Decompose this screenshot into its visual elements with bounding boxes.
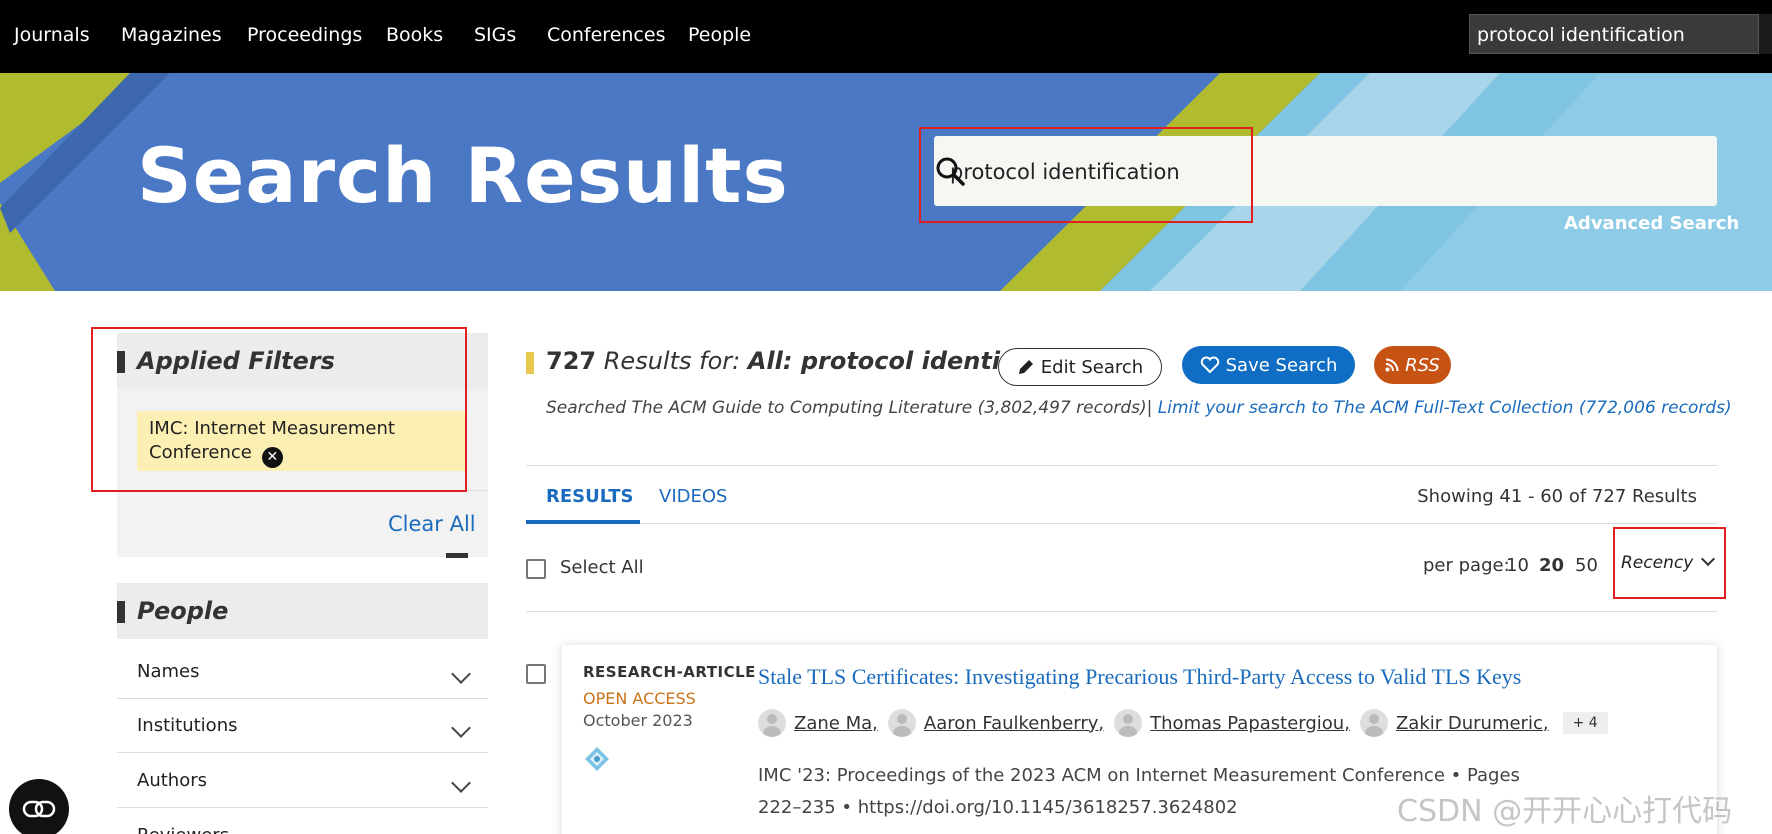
nav-journals[interactable]: Journals xyxy=(14,24,90,46)
more-authors-button[interactable]: + 4 xyxy=(1562,712,1608,734)
tab-videos[interactable]: VIDEOS xyxy=(659,486,727,507)
author-name: Zakir Durumeric xyxy=(1395,712,1543,734)
top-navigation: Journals Magazines Proceedings Books SIG… xyxy=(0,0,1772,73)
remove-filter-icon[interactable]: ✕ xyxy=(261,446,283,468)
per-page-20[interactable]: 20 xyxy=(1539,555,1564,576)
chevron-down-icon xyxy=(451,773,471,793)
facet-authors-label: Authors xyxy=(137,770,207,791)
author-name: Aaron Faulkenberry xyxy=(923,712,1099,734)
rss-label: RSS xyxy=(1405,354,1440,376)
chevron-down-icon xyxy=(451,718,471,738)
nav-people[interactable]: People xyxy=(688,24,751,46)
clear-all-link[interactable]: Clear All xyxy=(388,512,476,536)
link-icon xyxy=(22,800,56,818)
author-link[interactable]: Thomas Papastergiou, xyxy=(1114,709,1350,737)
result-checkbox[interactable] xyxy=(526,664,546,684)
avatar xyxy=(1114,709,1143,737)
result-date: October 2023 xyxy=(583,711,693,730)
main-search-field[interactable]: protocol identification xyxy=(934,136,1717,206)
per-page-label: per page: xyxy=(1423,555,1510,576)
floating-action-button[interactable] xyxy=(9,779,69,834)
results-marker xyxy=(526,352,534,374)
edit-search-label: Edit Search xyxy=(1040,356,1144,378)
applied-filters-title: Applied Filters xyxy=(137,347,335,375)
results-divider xyxy=(526,611,1717,612)
filters-divider xyxy=(117,490,488,491)
main-search-input[interactable]: protocol identification xyxy=(950,160,1180,184)
clear-all-underline xyxy=(446,553,468,558)
save-search-button[interactable]: Save Search xyxy=(1182,346,1355,384)
separator: | xyxy=(1146,398,1153,418)
author-name: Thomas Papastergiou xyxy=(1150,712,1345,734)
open-access-badge: OPEN ACCESS xyxy=(583,689,696,708)
avatar xyxy=(758,709,786,737)
facet-names-label: Names xyxy=(137,661,200,682)
section-marker xyxy=(117,351,125,373)
facet-authors[interactable]: Authors xyxy=(117,754,488,808)
active-tab-indicator xyxy=(526,520,640,524)
author-list: Zane Ma, Aaron Faulkenberry, Thomas Papa… xyxy=(758,708,1608,738)
nav-proceedings[interactable]: Proceedings xyxy=(247,24,362,46)
quick-search-edge xyxy=(1759,14,1772,54)
avatar xyxy=(887,709,916,737)
facet-reviewers[interactable]: Reviewers xyxy=(117,809,488,834)
search-banner: Search Results protocol identification A… xyxy=(0,73,1772,291)
author-link[interactable]: Zakir Durumeric, xyxy=(1359,709,1549,737)
save-search-label: Save Search xyxy=(1225,354,1338,376)
heart-icon xyxy=(1200,356,1219,374)
limit-search-link[interactable]: Limit your search to The ACM Full-Text C… xyxy=(1158,398,1732,418)
edit-search-button[interactable]: Edit Search xyxy=(998,348,1162,386)
search-icon[interactable] xyxy=(934,155,966,187)
acm-badge-icon xyxy=(585,747,609,771)
quick-search-input[interactable]: protocol identification xyxy=(1469,14,1759,54)
people-title: People xyxy=(137,597,229,625)
results-count: 727 xyxy=(546,347,597,375)
per-page-10[interactable]: 10 xyxy=(1506,555,1529,576)
pencil-icon xyxy=(1018,360,1033,374)
result-type: RESEARCH-ARTICLE xyxy=(583,663,756,681)
facet-reviewers-label: Reviewers xyxy=(137,825,229,834)
nav-books[interactable]: Books xyxy=(386,24,443,46)
facet-names[interactable]: Names xyxy=(117,645,488,699)
chevron-down-icon xyxy=(1701,551,1716,567)
sort-label: Recency xyxy=(1621,553,1694,573)
searched-text: Searched The ACM Guide to Computing Lite… xyxy=(546,398,1147,418)
author-link[interactable]: Aaron Faulkenberry, xyxy=(887,709,1104,737)
facet-institutions-label: Institutions xyxy=(137,715,238,736)
tab-results[interactable]: RESULTS xyxy=(546,486,633,507)
sort-dropdown[interactable]: Recency xyxy=(1621,551,1716,573)
advanced-search-link[interactable]: Advanced Search xyxy=(1564,213,1739,234)
filter-chip-imc: IMC: Internet Measurement Conference ✕ xyxy=(137,411,465,471)
nav-sigs[interactable]: SIGs xyxy=(474,24,516,46)
select-all-label: Select All xyxy=(560,557,644,578)
applied-filters-header: Applied Filters xyxy=(117,333,488,389)
section-marker xyxy=(117,601,125,623)
page-title: Search Results xyxy=(137,131,789,220)
chevron-down-icon xyxy=(451,664,471,684)
per-page-50[interactable]: 50 xyxy=(1575,555,1598,576)
showing-range: Showing 41 - 60 of 727 Results xyxy=(1417,486,1697,507)
author-name: Zane Ma xyxy=(794,712,873,734)
result-title-link[interactable]: Stale TLS Certificates: Investigating Pr… xyxy=(758,664,1521,690)
rss-icon xyxy=(1385,358,1399,372)
results-tabs: RESULTS VIDEOS Showing 41 - 60 of 727 Re… xyxy=(526,465,1717,524)
results-for-label: Results for: xyxy=(603,347,741,375)
people-header: People xyxy=(117,583,488,639)
rss-button[interactable]: RSS xyxy=(1374,346,1451,384)
select-all-checkbox[interactable] xyxy=(526,559,546,579)
publication-info: IMC '23: Proceedings of the 2023 ACM on … xyxy=(758,765,1520,818)
nav-conferences[interactable]: Conferences xyxy=(547,24,665,46)
searched-collection-line: Searched The ACM Guide to Computing Lite… xyxy=(546,398,1732,418)
nav-magazines[interactable]: Magazines xyxy=(121,24,222,46)
avatar xyxy=(1359,709,1388,737)
author-link[interactable]: Zane Ma, xyxy=(758,709,878,737)
facet-institutions[interactable]: Institutions xyxy=(117,699,488,753)
